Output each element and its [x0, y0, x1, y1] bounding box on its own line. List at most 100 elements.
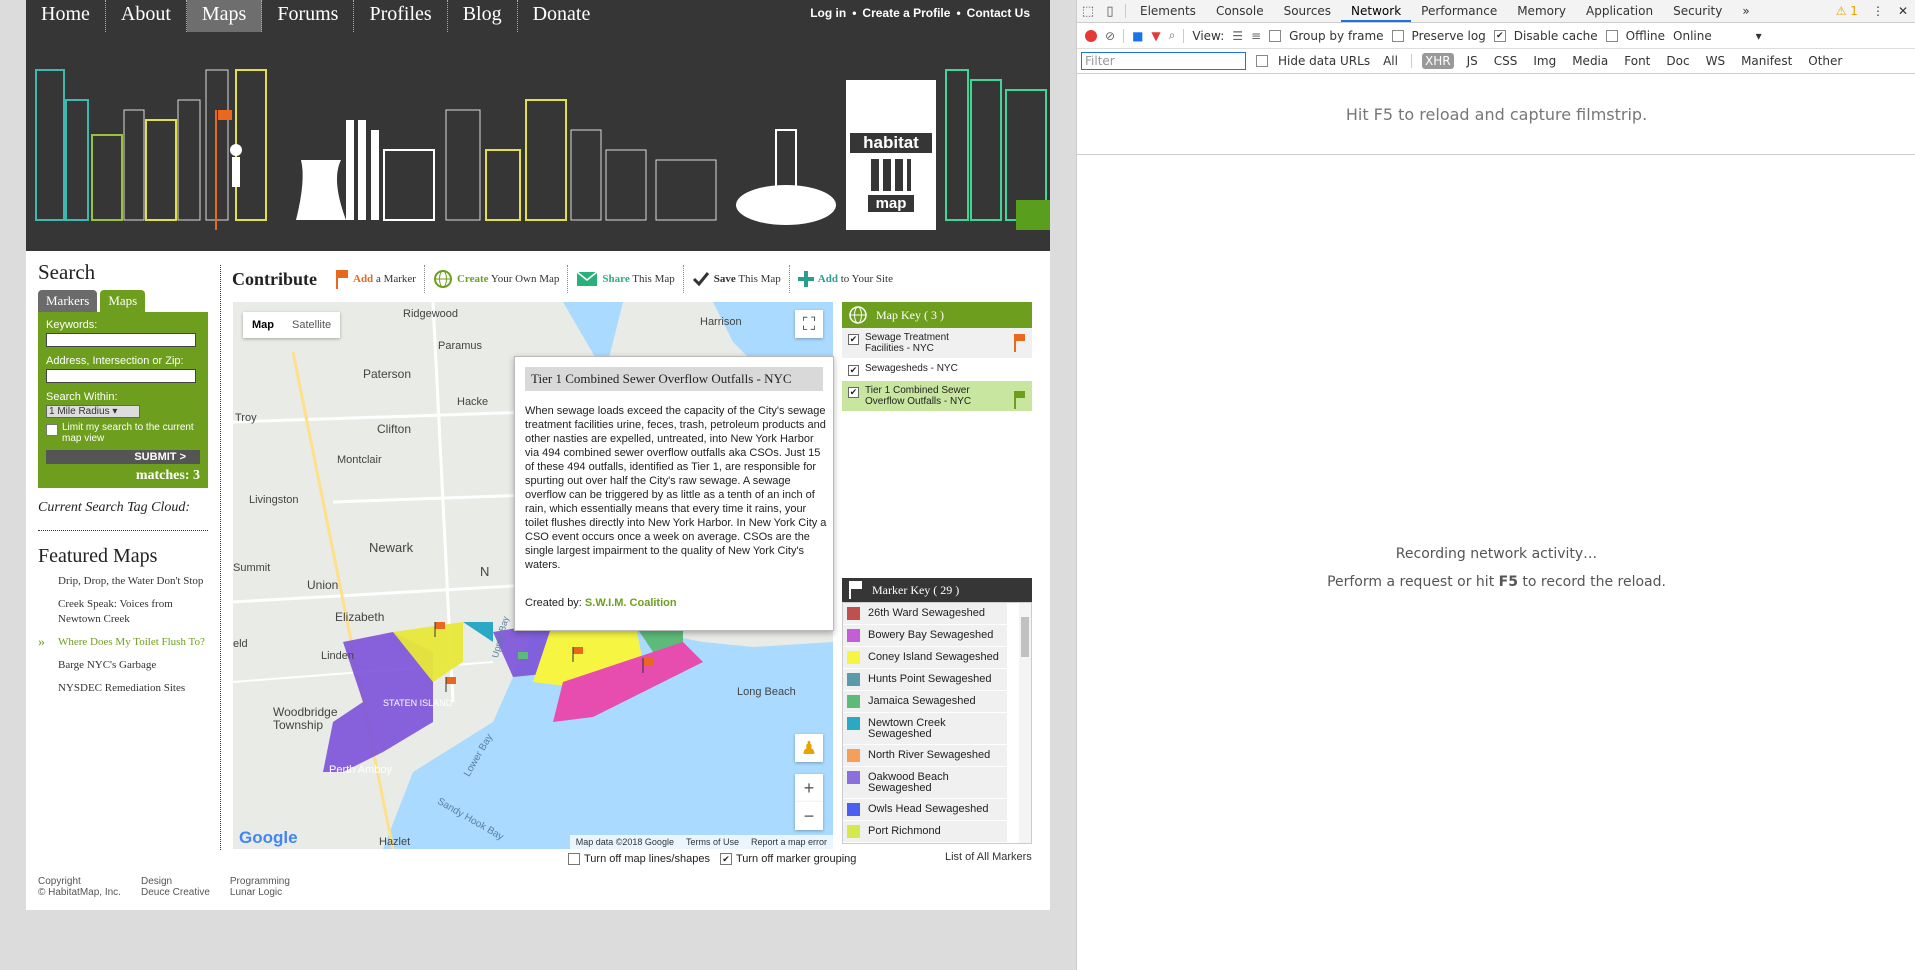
list-view-icon[interactable]: ☰ [1232, 29, 1243, 43]
pegman-button[interactable]: ♟ [795, 734, 823, 762]
tab-maps[interactable]: Maps [100, 290, 146, 312]
featured-map-item[interactable]: Drip, Drop, the Water Don't Stop [38, 574, 208, 589]
tab-network[interactable]: Network [1341, 0, 1412, 22]
filter-input[interactable]: Filter [1081, 52, 1246, 70]
footer-design-link[interactable]: Deuce Creative [141, 887, 210, 898]
marker-key-item[interactable]: North River Sewageshed [843, 745, 1007, 767]
tab-memory[interactable]: Memory [1507, 0, 1576, 22]
map-type-map[interactable]: Map [243, 312, 283, 338]
marker-key-item[interactable]: Bowery Bay Sewageshed [843, 625, 1007, 647]
featured-map-item[interactable]: Barge NYC's Garbage [38, 658, 208, 673]
limit-checkbox[interactable] [46, 424, 58, 436]
map-key-checkbox[interactable]: ✔ [848, 387, 859, 398]
zoom-out-button[interactable]: − [795, 802, 823, 830]
warning-badge[interactable]: ⚠ 1 [1836, 4, 1858, 18]
disable-cache-checkbox[interactable]: ✔ [1493, 29, 1506, 42]
contact-link[interactable]: Contact Us [967, 6, 1030, 20]
marker-key-item[interactable]: Newtown Creek Sewageshed [843, 713, 1007, 745]
map-type-satellite[interactable]: Satellite [283, 312, 340, 338]
marker-key-item[interactable]: Oakwood Beach Sewageshed [843, 767, 1007, 799]
filter-xhr[interactable]: XHR [1421, 53, 1454, 69]
waterfall-view-icon[interactable]: ≡ [1251, 29, 1261, 43]
map-key-item[interactable]: ✔ Sewagesheds - NYC [842, 359, 1032, 381]
featured-map-item[interactable]: NYSDEC Remediation Sites [38, 681, 208, 696]
filter-icon[interactable]: ▼ [1151, 29, 1160, 43]
share-map-button[interactable]: Share This Map [567, 265, 682, 293]
marker-key-item[interactable]: Coney Island Sewageshed [843, 647, 1007, 669]
inspect-icon[interactable]: ⬚ [1077, 4, 1099, 19]
tab-markers[interactable]: Markers [38, 290, 98, 312]
filter-doc[interactable]: Doc [1663, 53, 1692, 69]
hide-data-urls-checkbox[interactable] [1256, 55, 1268, 67]
filter-js[interactable]: JS [1464, 53, 1481, 69]
marker-key-item[interactable]: Hunts Point Sewageshed [843, 669, 1007, 691]
nav-profiles[interactable]: Profiles [354, 0, 448, 32]
filter-img[interactable]: Img [1530, 53, 1559, 69]
add-marker-button[interactable]: Add a Marker [327, 265, 424, 293]
search-icon[interactable]: ⌕ [1169, 28, 1176, 43]
filter-ws[interactable]: WS [1703, 53, 1728, 69]
login-link[interactable]: Log in [810, 6, 846, 20]
group-by-frame-checkbox[interactable] [1269, 29, 1282, 42]
map-key-checkbox[interactable]: ✔ [848, 365, 859, 376]
tab-sources[interactable]: Sources [1274, 0, 1341, 22]
tab-elements[interactable]: Elements [1130, 0, 1206, 22]
device-toolbar-icon[interactable]: ▯ [1099, 4, 1121, 19]
offline-checkbox[interactable] [1605, 29, 1618, 42]
throttle-select[interactable]: Online ▾ [1673, 29, 1762, 43]
nav-donate[interactable]: Donate [518, 0, 606, 32]
marker-key-scrollbar[interactable] [1019, 603, 1031, 843]
create-map-button[interactable]: Create Your Own Map [423, 265, 567, 293]
add-to-site-button[interactable]: Add to Your Site [788, 265, 901, 293]
tab-application[interactable]: Application [1576, 0, 1663, 22]
created-by-link[interactable]: S.W.I.M. Coalition [585, 597, 677, 609]
filter-css[interactable]: CSS [1491, 53, 1521, 69]
marker-key-item[interactable]: Owls Head Sewageshed [843, 799, 1007, 821]
more-tabs-icon[interactable]: » [1732, 0, 1759, 22]
footer-programming-link[interactable]: Lunar Logic [230, 887, 290, 898]
radius-select[interactable]: 1 Mile Radius ▾ [46, 405, 140, 418]
nav-maps[interactable]: Maps [186, 0, 263, 32]
save-map-button[interactable]: Save This Map [682, 265, 789, 293]
clear-icon[interactable]: ⊘ [1105, 29, 1115, 43]
nav-forums[interactable]: Forums [262, 0, 355, 32]
marker-key-item[interactable]: 26th Ward Sewageshed [843, 603, 1007, 625]
report-error-link[interactable]: Report a map error [751, 835, 827, 849]
create-profile-link[interactable]: Create a Profile [862, 6, 950, 20]
map-lines-option[interactable]: Turn off map lines/shapes [568, 853, 710, 865]
record-icon[interactable] [1085, 29, 1097, 42]
all-markers-link[interactable]: List of All Markers [945, 851, 1032, 863]
camera-icon[interactable]: ■ [1132, 29, 1143, 43]
filter-font[interactable]: Font [1621, 53, 1653, 69]
tab-console[interactable]: Console [1206, 0, 1274, 22]
map-key-item-active[interactable]: ✔ Tier 1 Combined Sewer Overflow Outfall… [842, 381, 1032, 412]
terms-link[interactable]: Terms of Use [686, 835, 739, 849]
map-key-item[interactable]: ✔ Sewage Treatment Facilities - NYC [842, 328, 1032, 359]
featured-map-item[interactable]: Creek Speak: Voices from Newtown Creek [38, 597, 208, 627]
address-input[interactable] [46, 369, 196, 383]
marker-grouping-option[interactable]: ✔ Turn off marker grouping [719, 853, 856, 865]
map-key-checkbox[interactable]: ✔ [848, 334, 859, 345]
nav-about[interactable]: About [106, 0, 187, 32]
zoom-in-button[interactable]: + [795, 774, 823, 802]
filter-all[interactable]: All [1380, 53, 1401, 69]
submit-button[interactable]: SUBMIT > [46, 450, 200, 464]
nav-blog[interactable]: Blog [448, 0, 518, 32]
tab-performance[interactable]: Performance [1411, 0, 1507, 22]
scrollbar-thumb[interactable] [1021, 617, 1029, 657]
tab-security[interactable]: Security [1663, 0, 1732, 22]
close-icon[interactable]: ✕ [1898, 4, 1908, 18]
kebab-menu-icon[interactable]: ⋮ [1872, 4, 1884, 18]
preserve-log-checkbox[interactable] [1391, 29, 1404, 42]
marker-key-item[interactable]: Port Richmond [843, 821, 1007, 843]
filter-manifest[interactable]: Manifest [1738, 53, 1795, 69]
marker-grouping-checkbox[interactable]: ✔ [719, 853, 732, 865]
marker-key-item[interactable]: Jamaica Sewageshed [843, 691, 1007, 713]
map-lines-checkbox[interactable] [568, 853, 580, 865]
keywords-input[interactable] [46, 333, 196, 347]
featured-map-item-active[interactable]: » Where Does My Toilet Flush To? [38, 635, 208, 650]
filter-other[interactable]: Other [1805, 53, 1845, 69]
fullscreen-button[interactable]: ⛶ [795, 310, 823, 338]
nav-home[interactable]: Home [26, 0, 106, 32]
filter-media[interactable]: Media [1569, 53, 1611, 69]
